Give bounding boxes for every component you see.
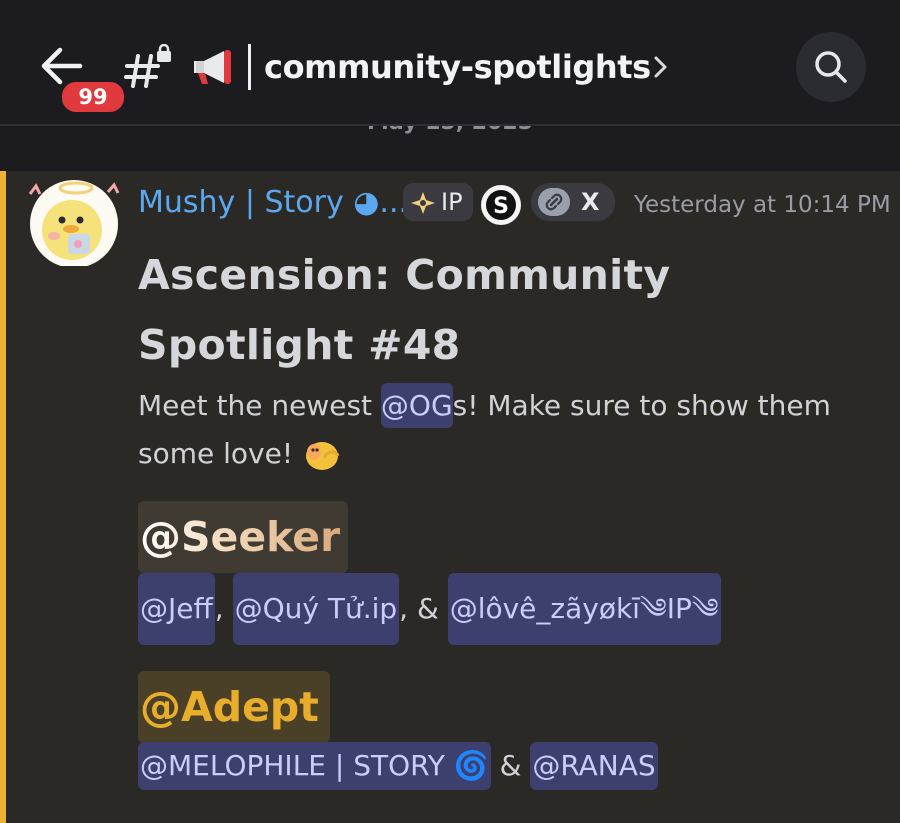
message-body: Meet the newest @OGs! Make sure to show …	[138, 382, 878, 478]
role-adept-label: @Adept	[140, 683, 319, 731]
link-icon	[538, 188, 570, 216]
separator: &	[490, 749, 531, 782]
avatar[interactable]	[22, 178, 126, 266]
server-tag-ip[interactable]: IP	[403, 183, 473, 221]
search-icon	[815, 51, 847, 83]
unread-badge: 99	[58, 78, 128, 116]
tag-ip-label: IP	[441, 188, 463, 216]
adept-member-list: @MELOPHILE | STORY 🌀 & @RANAS	[138, 730, 658, 802]
message-timestamp: Yesterday at 10:14 PM	[634, 192, 891, 218]
mention-highlight-bar	[0, 171, 6, 823]
title-separator	[248, 44, 251, 90]
separator: ,	[214, 592, 233, 625]
chevron-right-icon[interactable]	[652, 54, 670, 80]
sparkle-icon	[411, 192, 435, 214]
user-mention[interactable]: @MELOPHILE | STORY 🌀	[138, 742, 491, 790]
user-mention[interactable]: @lôvê_zãyøkī༄IP༄	[447, 573, 721, 645]
separator: , &	[399, 592, 448, 625]
post-title: Ascension: Community Spotlight #48	[138, 251, 671, 369]
story-logo-icon: S	[481, 185, 521, 225]
user-mention[interactable]: @Jeff	[138, 573, 215, 645]
header-divider	[0, 124, 900, 126]
megaphone-icon	[194, 50, 231, 84]
tag-x-label: X	[581, 188, 600, 216]
search-button[interactable]	[796, 32, 866, 102]
svg-text:S: S	[493, 194, 509, 219]
seeker-member-list: @Jeff, @Quý Tử.ip, & @lôvê_zãyøkī༄IP༄	[138, 573, 721, 645]
channel-title[interactable]: community-spotlights	[264, 44, 651, 90]
body-text-start: Meet the newest	[138, 389, 381, 422]
user-mention[interactable]: @Quý Tử.ip	[232, 573, 400, 645]
role-heading-seeker[interactable]: @Seeker	[138, 501, 348, 573]
role-mention-og[interactable]: @OG	[380, 383, 453, 428]
hash-lock-icon	[124, 44, 171, 88]
linked-account-x[interactable]: X	[531, 183, 615, 221]
hug-emoji-icon	[305, 442, 340, 470]
channel-header: 99 community-spotlights	[0, 0, 900, 124]
user-mention[interactable]: @RANAS	[530, 742, 658, 790]
author-name[interactable]: Mushy | Story ◕...	[138, 182, 408, 224]
role-seeker-label: @Seeker	[140, 513, 341, 561]
